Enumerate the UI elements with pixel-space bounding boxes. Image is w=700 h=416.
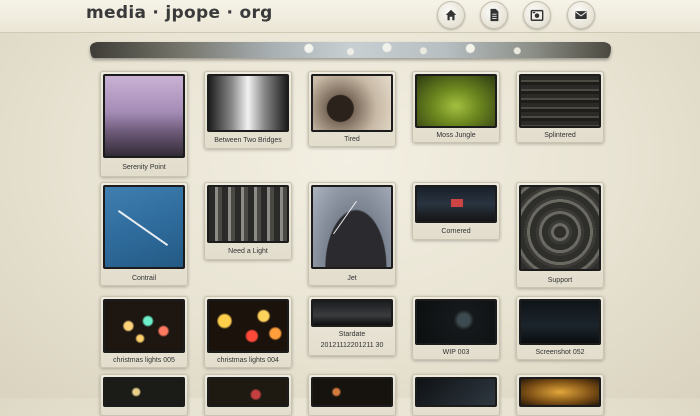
photo-thumbnail[interactable] (207, 377, 289, 407)
photo-thumbnail[interactable] (207, 185, 289, 243)
photo-thumbnail[interactable] (311, 74, 393, 132)
photo-caption[interactable]: Stardate (309, 330, 395, 339)
gallery-item-christmas-lights-004[interactable]: christmas lights 004 (204, 296, 292, 368)
photo-thumbnail[interactable] (207, 74, 289, 132)
gallery-item-support[interactable]: Support (516, 182, 604, 288)
gallery-item-christmas-lights-005[interactable]: christmas lights 005 (100, 296, 188, 368)
gallery-item-serenity-point[interactable]: Serenity Point (100, 71, 188, 177)
mail-icon (575, 11, 587, 19)
gallery-item-stardate[interactable]: Stardate 20121112201211 30 (308, 296, 396, 356)
top-bar: media · jpope · org (0, 0, 700, 33)
photo-caption[interactable]: Moss Jungle (413, 131, 499, 140)
photo-caption[interactable]: christmas lights 005 (101, 356, 187, 365)
nav-home-button[interactable] (437, 1, 465, 29)
site-logo[interactable]: media · jpope · org (86, 3, 273, 23)
gallery-item-tired[interactable]: Tired (308, 71, 396, 147)
photo-caption[interactable]: Contrail (101, 274, 187, 283)
photo-caption[interactable]: Splintered (517, 131, 603, 140)
document-icon (490, 8, 499, 22)
gallery-item-contrail[interactable]: Contrail (100, 182, 188, 286)
photo-thumbnail[interactable] (415, 299, 497, 345)
photo-caption[interactable]: Screenshot 052 (517, 348, 603, 357)
gallery-item-row4-3[interactable] (308, 374, 396, 416)
photo-thumbnail[interactable] (311, 299, 393, 327)
photo-thumbnail[interactable] (519, 185, 601, 271)
photo-thumbnail[interactable] (519, 299, 601, 345)
photo-caption[interactable]: WIP 003 (413, 348, 499, 357)
photo-subcaption[interactable]: 20121112201211 30 (309, 341, 395, 350)
photo-thumbnail[interactable] (103, 185, 185, 269)
photo-caption[interactable]: Between Two Bridges (205, 136, 291, 145)
photo-thumbnail[interactable] (207, 299, 289, 353)
home-icon (445, 9, 457, 21)
gallery-item-splintered[interactable]: Splintered (516, 71, 604, 143)
photo-caption[interactable]: Tired (309, 135, 395, 144)
photo-thumbnail[interactable] (311, 185, 393, 269)
photo-caption[interactable]: Cornered (413, 227, 499, 236)
gallery-item-between-two-bridges[interactable]: Between Two Bridges (204, 71, 292, 149)
photo-thumbnail[interactable] (103, 299, 185, 353)
photo-thumbnail[interactable] (415, 377, 497, 407)
photo-caption[interactable]: Support (517, 276, 603, 285)
photo-caption[interactable]: christmas lights 004 (205, 356, 291, 365)
photo-thumbnail[interactable] (103, 74, 185, 158)
gallery-item-jet[interactable]: Jet (308, 182, 396, 286)
gallery-item-row4-5[interactable] (516, 374, 604, 416)
header-banner-image (90, 42, 611, 58)
nav-contact-button[interactable] (567, 1, 595, 29)
gallery-item-moss-jungle[interactable]: Moss Jungle (412, 71, 500, 143)
photo-caption[interactable]: Jet (309, 274, 395, 283)
nav-document-button[interactable] (480, 1, 508, 29)
nav-gallery-button[interactable] (523, 1, 551, 29)
gallery-item-need-a-light[interactable]: Need a Light (204, 182, 292, 260)
photo-thumbnail[interactable] (415, 74, 497, 128)
photo-thumbnail[interactable] (519, 377, 601, 407)
gallery-item-row4-4[interactable] (412, 374, 500, 416)
gallery-item-screenshot-052[interactable]: Screenshot 052 (516, 296, 604, 360)
gallery-item-cornered[interactable]: Cornered (412, 182, 500, 240)
gallery-item-row4-2[interactable] (204, 374, 292, 416)
photo-thumbnail[interactable] (103, 377, 185, 407)
photo-caption[interactable]: Serenity Point (101, 163, 187, 172)
photo-thumbnail[interactable] (519, 74, 601, 128)
gallery-item-wip-003[interactable]: WIP 003 (412, 296, 500, 360)
photo-caption[interactable]: Need a Light (205, 247, 291, 256)
photo-thumbnail[interactable] (415, 185, 497, 223)
gallery-item-row4-1[interactable] (100, 374, 188, 416)
photo-thumbnail[interactable] (311, 377, 393, 407)
camera-icon (530, 9, 544, 21)
